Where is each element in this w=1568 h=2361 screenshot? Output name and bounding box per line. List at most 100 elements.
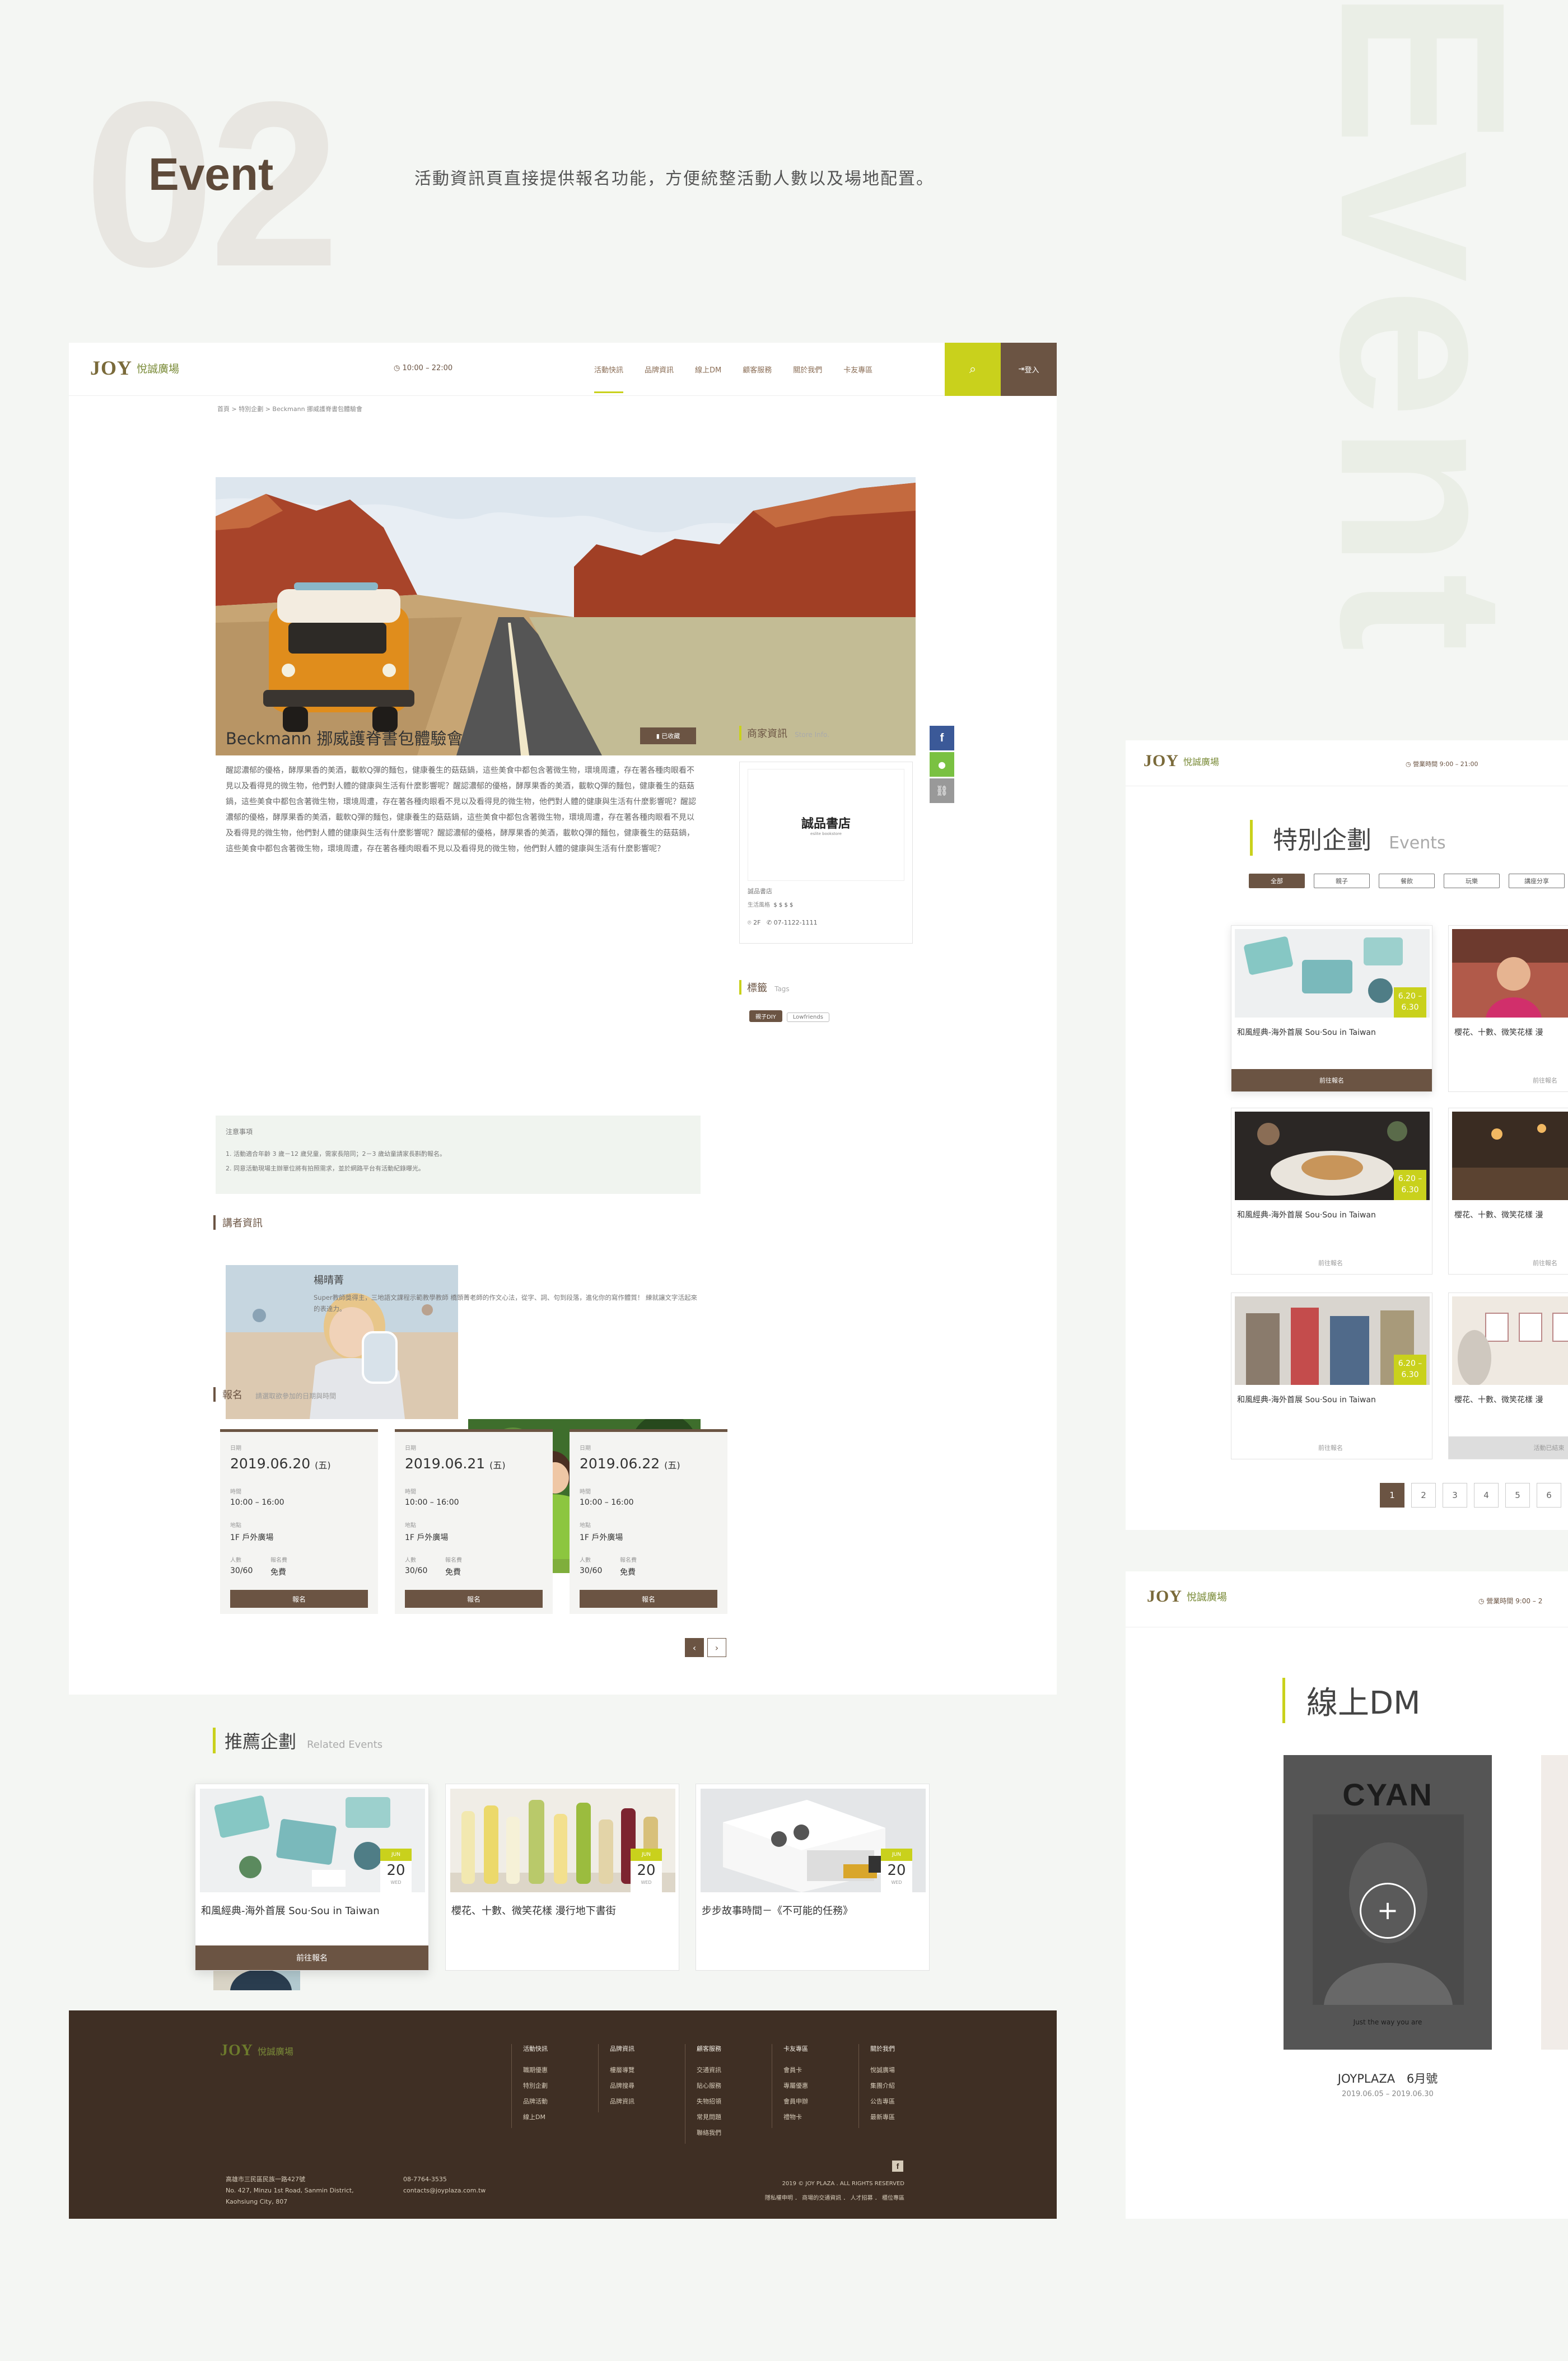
related-card-3[interactable]: JUN 20 WED 步步故事時間－《不可能的任務》 — [696, 1784, 930, 1971]
footer-link[interactable]: 失物招領 — [697, 2097, 721, 2106]
event-card[interactable]: 6.20 – 6.30 和風經典-海外首展 Sou·Sou in Taiwan … — [1231, 925, 1432, 1092]
tag-pill[interactable]: Lowfriends — [786, 1012, 829, 1022]
filter-all[interactable]: 全部 — [1249, 874, 1305, 888]
related-card-1[interactable]: JUN 20 WED 和風經典-海外首展 Sou·Sou in Taiwan 前… — [195, 1784, 429, 1971]
copy-link-button[interactable]: ⛓ — [930, 778, 954, 803]
footer-link[interactable]: 最新專區 — [870, 2112, 895, 2121]
filter-fun[interactable]: 玩樂 — [1444, 874, 1500, 888]
page-1[interactable]: 1 — [1380, 1483, 1404, 1508]
page-5[interactable]: 5 — [1505, 1483, 1530, 1508]
session-next-button[interactable]: › — [707, 1638, 726, 1657]
event-card-image — [1452, 1296, 1568, 1385]
address-zh: 高雄市三民區民族一路427號 — [226, 2176, 305, 2183]
footer-email[interactable]: contacts@joyplaza.com.tw — [403, 2185, 486, 2196]
session-card-3[interactable]: 日期 2019.06.22 (五) 時間 10:00 – 16:00 地點 1F… — [570, 1429, 727, 1614]
nav-item-service[interactable]: 顧客服務 — [743, 364, 772, 375]
nav-item-members[interactable]: 卡友專區 — [843, 364, 872, 375]
footer-col-heading[interactable]: 活動快訊 — [523, 2044, 548, 2053]
footer-link[interactable]: 會員申辦 — [783, 2097, 808, 2106]
session-prev-button[interactable]: ‹ — [685, 1638, 704, 1657]
login-button[interactable]: ⇥ 登入 — [1001, 343, 1057, 396]
filter-kids[interactable]: 親子 — [1314, 874, 1370, 888]
session-count: 30/60 — [230, 1566, 253, 1575]
footer-logo-joy: JOY — [220, 2042, 253, 2059]
site-logo[interactable]: JOY 悅誠廣場 — [90, 356, 179, 380]
footer-link[interactable]: 專屬優惠 — [783, 2081, 808, 2090]
dm-page-logo[interactable]: JOY 悅誠廣場 — [1147, 1587, 1227, 1606]
footer-links[interactable]: 隱私權申明 ． 商場的交通資訊 ． 人才招募 ． 櫃位專區 — [741, 2193, 904, 2201]
footer-link[interactable]: 貼心服務 — [697, 2081, 721, 2090]
event-register-button[interactable]: 前往報名 — [1231, 1069, 1432, 1091]
footer-facebook-icon[interactable]: f — [892, 2161, 903, 2172]
event-register-link[interactable]: 前往報名 — [1318, 1258, 1343, 1267]
session-place: 1F 戶外廣場 — [580, 1533, 623, 1542]
footer-link[interactable]: 公告專區 — [870, 2097, 895, 2106]
related-card-2[interactable]: JUN 20 WED 櫻花、十數、微笑花樣 漫行地下書街 — [445, 1784, 679, 1971]
footer-link[interactable]: 交通資訊 — [697, 2065, 721, 2074]
footer-link[interactable]: 品牌活動 — [523, 2097, 548, 2106]
footer-link[interactable]: 集團介紹 — [870, 2081, 895, 2090]
footer-link[interactable]: 特別企劃 — [523, 2081, 548, 2090]
session-fee: 免費 — [445, 1568, 461, 1577]
facebook-icon: f — [940, 731, 944, 744]
nav-item-dm[interactable]: 線上DM — [695, 364, 721, 375]
bookmark-button[interactable]: ▮ 已收藏 — [640, 727, 696, 744]
events-page-logo[interactable]: JOY 悅誠廣場 — [1144, 752, 1219, 771]
dm-cover[interactable]: CYAN + Just the way you are — [1284, 1755, 1492, 2050]
share-line-button[interactable]: ● — [930, 752, 954, 777]
dm-open-button[interactable]: + — [1360, 1883, 1416, 1939]
dm-side-preview — [1541, 1755, 1568, 2050]
store-name: 誠品書店 — [748, 888, 772, 895]
event-register-link[interactable]: 前往報名 — [1318, 1443, 1343, 1452]
footer-col-heading[interactable]: 品牌資訊 — [610, 2044, 634, 2053]
filter-dining[interactable]: 餐飲 — [1379, 874, 1435, 888]
search-button[interactable]: ⌕ — [945, 343, 1001, 396]
tag-pill[interactable]: 親子DIY — [749, 1010, 782, 1022]
page-2[interactable]: 2 — [1411, 1483, 1436, 1508]
events-logo-name: 悅誠廣場 — [1183, 757, 1220, 767]
event-card[interactable]: 6.20 – 6.30 和風經典-海外首展 Sou·Sou in Taiwan … — [1231, 1108, 1432, 1275]
events-page-header: JOY 悅誠廣場 ◷ 營業時間 9:00 – 21:00 — [1126, 740, 1568, 786]
event-card[interactable]: 櫻花、十數、微笑花樣 漫 前往報名 — [1448, 1108, 1568, 1275]
nav-item-brands[interactable]: 品牌資訊 — [645, 364, 674, 375]
footer-link[interactable]: 悅誠廣場 — [870, 2065, 895, 2074]
related-card-register-button[interactable]: 前往報名 — [195, 1945, 428, 1970]
session-register-button[interactable]: 報名 — [580, 1590, 717, 1608]
footer-link[interactable]: 品牌資訊 — [610, 2097, 634, 2106]
page-6[interactable]: 6 — [1537, 1483, 1561, 1508]
nav-item-about[interactable]: 關於我們 — [793, 364, 822, 375]
footer-link[interactable]: 聯絡我們 — [697, 2128, 721, 2137]
store-info-heading: 商家資訊 Store Info. — [739, 726, 829, 740]
store-logo-box: 誠品書店 eslite bookstore — [748, 769, 904, 881]
filter-talks[interactable]: 講座分享 — [1509, 874, 1565, 888]
session-card-2[interactable]: 日期 2019.06.21 (五) 時間 10:00 – 16:00 地點 1F… — [395, 1429, 553, 1614]
session-card-1[interactable]: 日期 2019.06.20 (五) 時間 10:00 – 16:00 地點 1F… — [220, 1429, 378, 1614]
footer-col-heading[interactable]: 顧客服務 — [697, 2044, 721, 2053]
session-count-label: 人數 — [230, 1557, 241, 1564]
footer-link[interactable]: 禮物卡 — [783, 2112, 808, 2121]
footer-logo[interactable]: JOY 悅誠廣場 — [220, 2042, 293, 2060]
page-4[interactable]: 4 — [1474, 1483, 1499, 1508]
event-register-link[interactable]: 前往報名 — [1533, 1076, 1557, 1085]
store-card[interactable]: 誠品書店 eslite bookstore 誠品書店 生活風格 $ $ $ $ … — [739, 762, 913, 944]
footer-link[interactable]: 線上DM — [523, 2112, 548, 2121]
event-card[interactable]: 櫻花、十數、微笑花樣 漫 活動已結束 — [1448, 1293, 1568, 1459]
session-date-label: 日期 — [580, 1445, 591, 1452]
event-card[interactable]: 6.20 – 6.30 和風經典-海外首展 Sou·Sou in Taiwan … — [1231, 1293, 1432, 1459]
footer-link[interactable]: 常見問題 — [697, 2112, 721, 2121]
footer-col-heading[interactable]: 卡友專區 — [783, 2044, 808, 2053]
tags-heading-en: Tags — [774, 985, 790, 993]
nav-item-news[interactable]: 活動快訊 — [594, 364, 624, 393]
event-register-link[interactable]: 前往報名 — [1533, 1258, 1557, 1267]
footer-link[interactable]: 會員卡 — [783, 2065, 808, 2074]
page-3[interactable]: 3 — [1443, 1483, 1467, 1508]
session-register-button[interactable]: 報名 — [230, 1590, 368, 1608]
footer-link[interactable]: 職期優惠 — [523, 2065, 548, 2074]
footer-link[interactable]: 樓層導覽 — [610, 2065, 634, 2074]
session-register-button[interactable]: 報名 — [405, 1590, 543, 1608]
footer-col-heading[interactable]: 關於我們 — [870, 2044, 895, 2053]
dm-heading: 線上DM — [1282, 1678, 1420, 1723]
share-facebook-button[interactable]: f — [930, 726, 954, 750]
event-card[interactable]: 櫻花、十數、微笑花樣 漫 前往報名 — [1448, 925, 1568, 1092]
footer-link[interactable]: 品牌搜尋 — [610, 2081, 634, 2090]
